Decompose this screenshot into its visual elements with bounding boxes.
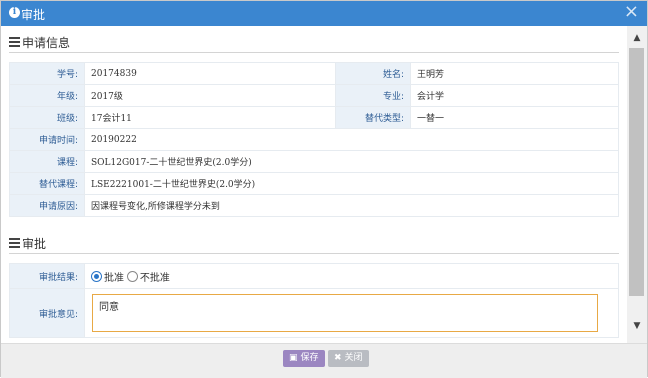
approval-section-header: 审批 bbox=[9, 233, 619, 254]
reject-radio[interactable] bbox=[126, 270, 138, 282]
substitute-type-label: 替代类型: bbox=[335, 106, 411, 129]
approval-dialog: i 审批 × 申请信息 学号: 20174839 姓名: 王明芳 年级: 201… bbox=[0, 0, 648, 378]
opinion-label: 审批意见: bbox=[9, 288, 85, 338]
approve-radio-option[interactable]: 批准 bbox=[91, 270, 127, 284]
application-section-header: 申请信息 bbox=[9, 32, 619, 53]
class-value: 17会计11 bbox=[84, 106, 336, 129]
opinion-textarea[interactable]: 同意 bbox=[92, 294, 598, 332]
substitute-type-value: 一替一 bbox=[410, 106, 619, 129]
major-value: 会计学 bbox=[410, 84, 619, 107]
result-options: 批准 不批准 bbox=[84, 263, 619, 289]
table-row: 申请原因: 因课程号变化,所修课程学分未到 bbox=[9, 194, 619, 217]
reason-value: 因课程号变化,所修课程学分未到 bbox=[84, 194, 619, 217]
table-row: 申请时间: 20190222 bbox=[9, 128, 619, 151]
class-label: 班级: bbox=[9, 106, 85, 129]
save-button-label: 保存 bbox=[300, 353, 319, 363]
opinion-cell: 同意 bbox=[84, 288, 619, 338]
scroll-up-icon[interactable]: ▲ bbox=[631, 32, 643, 44]
apply-time-value: 20190222 bbox=[84, 128, 619, 151]
name-value: 王明芳 bbox=[410, 62, 619, 85]
substitute-course-value: LSE2221001-二十世纪世界史(2.0学分) bbox=[84, 172, 619, 195]
table-row: 审批意见: 同意 bbox=[9, 288, 619, 338]
approval-form-table: 审批结果: 批准 不批准 审批意见: 同意 bbox=[9, 263, 619, 338]
scroll-down-icon[interactable]: ▼ bbox=[631, 320, 643, 332]
table-row: 学号: 20174839 姓名: 王明芳 bbox=[9, 62, 619, 85]
list-icon bbox=[9, 37, 20, 47]
application-info-table: 学号: 20174839 姓名: 王明芳 年级: 2017级 专业: 会计学 班… bbox=[9, 62, 619, 217]
reason-label: 申请原因: bbox=[9, 194, 85, 217]
grade-label: 年级: bbox=[9, 84, 85, 107]
close-button[interactable]: ✖ 关闭 bbox=[328, 350, 369, 367]
list-icon bbox=[9, 238, 20, 248]
student-id-label: 学号: bbox=[9, 62, 85, 85]
close-x-icon: ✖ bbox=[334, 353, 342, 363]
table-row: 审批结果: 批准 不批准 bbox=[9, 263, 619, 289]
table-row: 年级: 2017级 专业: 会计学 bbox=[9, 84, 619, 107]
info-circle-icon: i bbox=[9, 7, 20, 18]
grade-value: 2017级 bbox=[84, 84, 336, 107]
major-label: 专业: bbox=[335, 84, 411, 107]
dialog-footer: ▣ 保存 ✖ 关闭 bbox=[1, 343, 647, 378]
apply-time-label: 申请时间: bbox=[9, 128, 85, 151]
dialog-titlebar: i 审批 × bbox=[1, 1, 647, 26]
table-row: 班级: 17会计11 替代类型: 一替一 bbox=[9, 106, 619, 129]
course-value: SOL12G017-二十世纪世界史(2.0学分) bbox=[84, 150, 619, 173]
save-button[interactable]: ▣ 保存 bbox=[283, 350, 325, 367]
save-icon: ▣ bbox=[289, 353, 298, 363]
application-section-title: 申请信息 bbox=[22, 36, 71, 50]
close-button-label: 关闭 bbox=[344, 353, 363, 363]
dialog-body: 申请信息 学号: 20174839 姓名: 王明芳 年级: 2017级 专业: … bbox=[1, 26, 627, 343]
dialog-title: 审批 bbox=[21, 8, 46, 22]
result-label: 审批结果: bbox=[9, 263, 85, 289]
table-row: 课程: SOL12G017-二十世纪世界史(2.0学分) bbox=[9, 150, 619, 173]
substitute-course-label: 替代课程: bbox=[9, 172, 85, 195]
scrollbar-thumb[interactable] bbox=[629, 48, 644, 296]
reject-radio-option[interactable]: 不批准 bbox=[126, 270, 170, 284]
approval-section-title: 审批 bbox=[22, 237, 47, 251]
student-id-value: 20174839 bbox=[84, 62, 336, 85]
approve-radio[interactable] bbox=[91, 270, 102, 282]
course-label: 课程: bbox=[9, 150, 85, 173]
name-label: 姓名: bbox=[335, 62, 411, 85]
table-row: 替代课程: LSE2221001-二十世纪世界史(2.0学分) bbox=[9, 172, 619, 195]
approve-option-label: 批准 bbox=[104, 272, 124, 284]
vertical-scrollbar[interactable]: ▲ ▼ bbox=[627, 26, 647, 343]
reject-option-label: 不批准 bbox=[139, 272, 170, 284]
close-icon[interactable]: × bbox=[624, 2, 639, 22]
